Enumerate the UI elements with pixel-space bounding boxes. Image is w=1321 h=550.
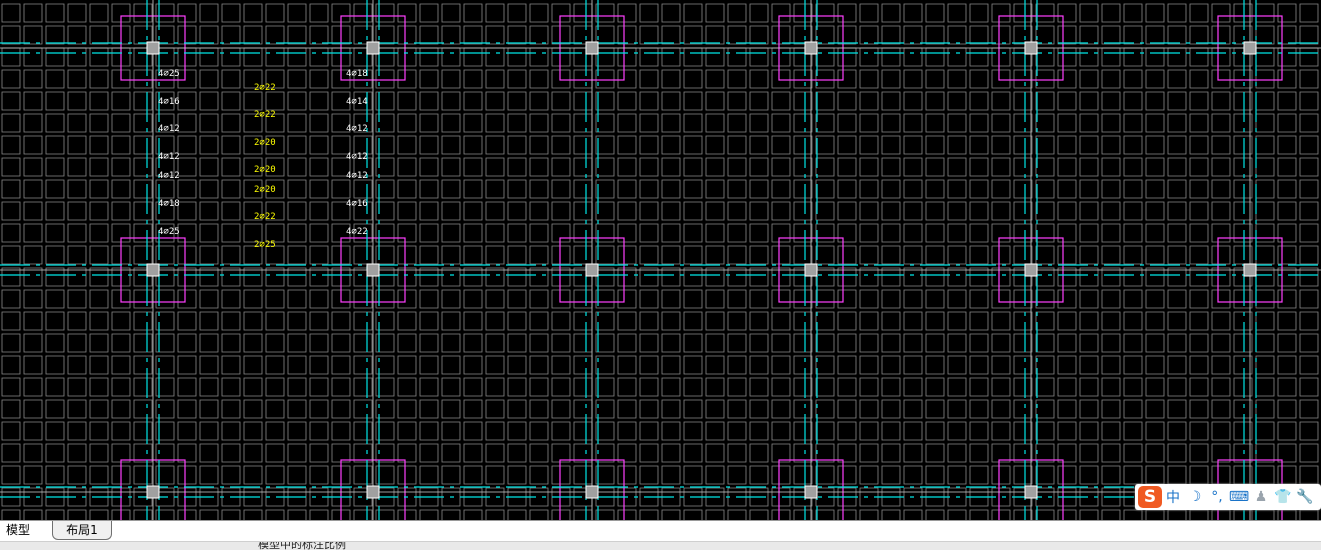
- column-node: [804, 485, 818, 499]
- tab-model[interactable]: 模型: [0, 521, 46, 540]
- column-node: [146, 263, 160, 277]
- column-node: [366, 485, 380, 499]
- column-node: [1243, 263, 1257, 277]
- rebar-annotation: 2⌀25: [254, 240, 276, 250]
- rebar-annotation: 4⌀16: [158, 97, 180, 107]
- tab-layout1[interactable]: 布局1: [52, 521, 112, 540]
- rebar-annotation: 4⌀14: [346, 97, 368, 107]
- rebar-annotation: 4⌀12: [158, 152, 180, 162]
- rebar-annotation: 2⌀22: [254, 110, 276, 120]
- rebar-annotation: 4⌀12: [346, 171, 368, 181]
- rebar-annotation: 2⌀20: [254, 185, 276, 195]
- grid-pattern: [1, 3, 1319, 520]
- column-node: [146, 41, 160, 55]
- column-node: [804, 263, 818, 277]
- column-node: [585, 485, 599, 499]
- rebar-annotation: 4⌀18: [346, 69, 368, 79]
- column-node: [146, 485, 160, 499]
- rebar-annotation: 4⌀12: [346, 152, 368, 162]
- rebar-annotation: 4⌀25: [158, 69, 180, 79]
- layout-tab-bar: 模型 布局1: [0, 520, 1321, 542]
- column-node: [366, 263, 380, 277]
- ime-mode-button[interactable]: 中: [1162, 487, 1184, 507]
- drawing-canvas[interactable]: 4⌀25 4⌀16 4⌀12 4⌀12 4⌀12 4⌀18 4⌀25 2⌀22 2⌀22 2⌀20…: [0, 0, 1321, 520]
- moon-icon[interactable]: ☽: [1184, 489, 1206, 505]
- sogou-logo-icon[interactable]: S: [1138, 486, 1162, 508]
- column-node: [366, 41, 380, 55]
- rebar-annotation: 4⌀12: [346, 124, 368, 134]
- rebar-annotation: 4⌀18: [158, 199, 180, 209]
- rebar-annotation: 2⌀20: [254, 138, 276, 148]
- rebar-annotation: 4⌀16: [346, 199, 368, 209]
- rebar-annotation: 2⌀22: [254, 212, 276, 222]
- rebar-annotation: 2⌀20: [254, 165, 276, 175]
- rebar-annotation: 2⌀22: [254, 83, 276, 93]
- column-node: [1243, 41, 1257, 55]
- rebar-annotation: 4⌀12: [158, 171, 180, 181]
- column-node: [585, 41, 599, 55]
- rebar-annotation: 4⌀22: [346, 227, 368, 237]
- ime-toolbar[interactable]: S 中 ☽ °, ⌨ ♟ 👕 🔧: [1135, 484, 1321, 510]
- keyboard-icon[interactable]: ⌨: [1228, 489, 1250, 505]
- shirt-icon[interactable]: 👕: [1272, 489, 1294, 505]
- column-node: [1024, 263, 1038, 277]
- column-node: [1024, 485, 1038, 499]
- punctuation-icon[interactable]: °,: [1206, 489, 1228, 505]
- rebar-annotation: 4⌀12: [158, 124, 180, 134]
- grid-cells: [1, 3, 1319, 520]
- column-node: [804, 41, 818, 55]
- column-node: [1024, 41, 1038, 55]
- wrench-icon[interactable]: 🔧: [1294, 489, 1316, 505]
- rebar-annotation: 4⌀25: [158, 227, 180, 237]
- user-icon[interactable]: ♟: [1250, 489, 1272, 505]
- column-node: [585, 263, 599, 277]
- cad-drawing: 4⌀25 4⌀16 4⌀12 4⌀12 4⌀12 4⌀18 4⌀25 2⌀22 2⌀22 2⌀20…: [0, 0, 1321, 520]
